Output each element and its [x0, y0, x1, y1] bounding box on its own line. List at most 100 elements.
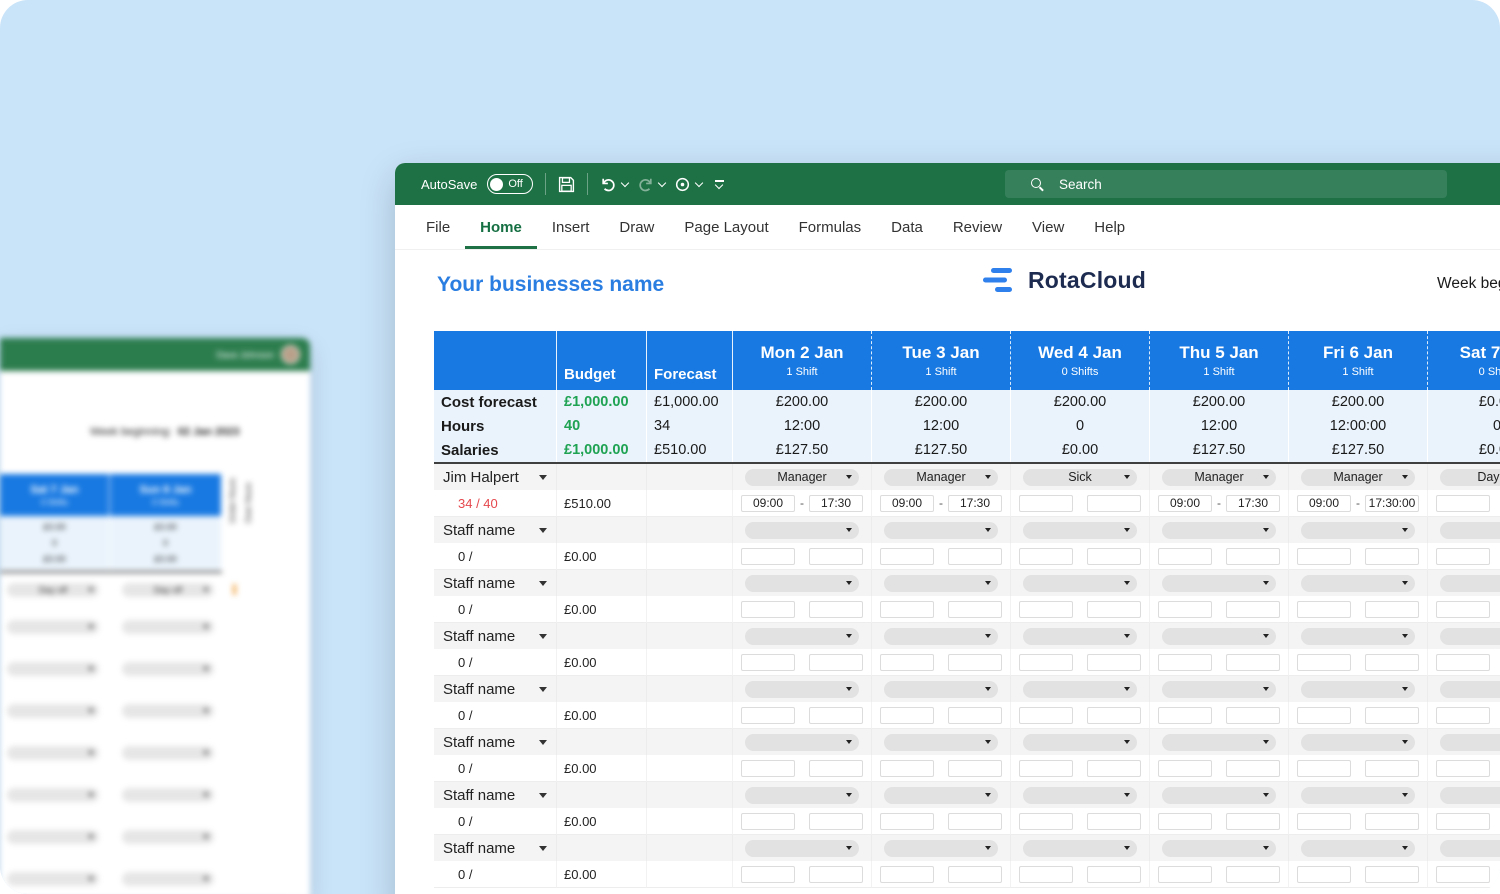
- role-dropdown[interactable]: [745, 681, 859, 698]
- role-dropdown[interactable]: Manager: [745, 469, 859, 486]
- role-dropdown[interactable]: [1023, 522, 1137, 539]
- shift-start-input[interactable]: [1019, 654, 1073, 671]
- role-dropdown[interactable]: [1440, 575, 1500, 592]
- staff-name-dropdown[interactable]: Staff name: [434, 517, 557, 543]
- role-dropdown[interactable]: Manager: [1301, 469, 1415, 486]
- shift-end-input[interactable]: [1087, 866, 1141, 883]
- shift-start-input[interactable]: 09:00: [741, 495, 795, 512]
- search-bar[interactable]: Search: [1005, 170, 1447, 198]
- role-dropdown[interactable]: [1162, 840, 1276, 857]
- shift-end-input[interactable]: 17:30: [1226, 495, 1280, 512]
- role-dropdown[interactable]: [1301, 628, 1415, 645]
- shift-end-input[interactable]: [1087, 813, 1141, 830]
- shift-end-input[interactable]: [948, 654, 1002, 671]
- shift-start-input[interactable]: [1297, 601, 1351, 618]
- shift-end-input[interactable]: [1365, 601, 1419, 618]
- shift-start-input[interactable]: [741, 866, 795, 883]
- shift-end-input[interactable]: [1226, 866, 1280, 883]
- role-dropdown[interactable]: [1162, 734, 1276, 751]
- shift-start-input[interactable]: [741, 654, 795, 671]
- shift-start-input[interactable]: [1019, 548, 1073, 565]
- role-dropdown[interactable]: [1440, 681, 1500, 698]
- shift-start-input[interactable]: [1436, 760, 1490, 777]
- shift-start-input[interactable]: [1297, 813, 1351, 830]
- role-dropdown[interactable]: [1301, 522, 1415, 539]
- shift-end-input[interactable]: [1226, 548, 1280, 565]
- shift-end-input[interactable]: [1087, 601, 1141, 618]
- shift-start-input[interactable]: [1297, 548, 1351, 565]
- shift-start-input[interactable]: [1297, 707, 1351, 724]
- role-dropdown[interactable]: [1023, 840, 1137, 857]
- shift-end-input[interactable]: 17:30: [948, 495, 1002, 512]
- role-dropdown[interactable]: [745, 787, 859, 804]
- shift-start-input[interactable]: [1019, 866, 1073, 883]
- shift-start-input[interactable]: [1158, 760, 1212, 777]
- shift-start-input[interactable]: 09:00: [880, 495, 934, 512]
- role-dropdown[interactable]: [1301, 787, 1415, 804]
- role-dropdown[interactable]: [745, 522, 859, 539]
- shift-end-input[interactable]: [809, 813, 863, 830]
- staff-name-dropdown[interactable]: Staff name: [434, 570, 557, 596]
- role-dropdown[interactable]: [884, 628, 998, 645]
- role-dropdown[interactable]: [884, 787, 998, 804]
- role-dropdown[interactable]: [1162, 628, 1276, 645]
- staff-name-dropdown[interactable]: Staff name: [434, 729, 557, 755]
- shift-end-input[interactable]: [948, 601, 1002, 618]
- shift-end-input[interactable]: [809, 760, 863, 777]
- tab-page-layout[interactable]: Page Layout: [669, 205, 783, 249]
- shift-end-input[interactable]: [1365, 866, 1419, 883]
- role-dropdown[interactable]: [1162, 575, 1276, 592]
- role-dropdown[interactable]: [1301, 840, 1415, 857]
- role-dropdown[interactable]: [1023, 734, 1137, 751]
- role-dropdown[interactable]: [1023, 787, 1137, 804]
- shift-end-input[interactable]: [1365, 760, 1419, 777]
- shift-end-input[interactable]: [1365, 548, 1419, 565]
- role-dropdown[interactable]: [884, 575, 998, 592]
- shift-start-input[interactable]: [1019, 495, 1073, 512]
- shift-end-input[interactable]: [809, 548, 863, 565]
- role-dropdown[interactable]: [745, 840, 859, 857]
- undo-dropdown-chevron-icon[interactable]: [621, 178, 629, 186]
- shift-end-input[interactable]: [1226, 654, 1280, 671]
- staff-name-dropdown[interactable]: Staff name: [434, 623, 557, 649]
- shift-end-input[interactable]: [1365, 654, 1419, 671]
- shift-start-input[interactable]: [880, 601, 934, 618]
- role-dropdown[interactable]: [1301, 681, 1415, 698]
- shift-end-input[interactable]: [1087, 495, 1141, 512]
- tab-insert[interactable]: Insert: [537, 205, 605, 249]
- shift-end-input[interactable]: [948, 760, 1002, 777]
- shift-start-input[interactable]: [741, 813, 795, 830]
- shift-start-input[interactable]: [1019, 760, 1073, 777]
- shift-start-input[interactable]: [1019, 813, 1073, 830]
- shift-start-input[interactable]: [1436, 548, 1490, 565]
- role-dropdown[interactable]: [1162, 787, 1276, 804]
- role-dropdown[interactable]: [1440, 787, 1500, 804]
- draw-tool-button[interactable]: [674, 176, 691, 193]
- shift-start-input[interactable]: [880, 813, 934, 830]
- tab-help[interactable]: Help: [1079, 205, 1140, 249]
- staff-name-dropdown[interactable]: Staff name: [434, 835, 557, 861]
- shift-start-input[interactable]: [1158, 707, 1212, 724]
- role-dropdown[interactable]: [1301, 734, 1415, 751]
- shift-start-input[interactable]: [880, 866, 934, 883]
- shift-start-input[interactable]: [1158, 866, 1212, 883]
- staff-name-dropdown[interactable]: Jim Halpert: [434, 464, 557, 490]
- staff-name-dropdown[interactable]: Staff name: [434, 782, 557, 808]
- shift-start-input[interactable]: [1158, 548, 1212, 565]
- role-dropdown[interactable]: [745, 575, 859, 592]
- shift-start-input[interactable]: [1436, 495, 1490, 512]
- save-button[interactable]: [558, 176, 575, 193]
- role-dropdown[interactable]: [884, 681, 998, 698]
- shift-end-input[interactable]: [1226, 760, 1280, 777]
- role-dropdown[interactable]: [1023, 681, 1137, 698]
- shift-start-input[interactable]: [1019, 707, 1073, 724]
- shift-start-input[interactable]: [880, 548, 934, 565]
- shift-end-input[interactable]: 17:30:00: [1365, 495, 1419, 512]
- shift-end-input[interactable]: [809, 601, 863, 618]
- shift-start-input[interactable]: [741, 548, 795, 565]
- shift-start-input[interactable]: [1436, 813, 1490, 830]
- shift-end-input[interactable]: [809, 866, 863, 883]
- shift-end-input[interactable]: [1087, 760, 1141, 777]
- shift-start-input[interactable]: [1158, 654, 1212, 671]
- shift-start-input[interactable]: [1297, 866, 1351, 883]
